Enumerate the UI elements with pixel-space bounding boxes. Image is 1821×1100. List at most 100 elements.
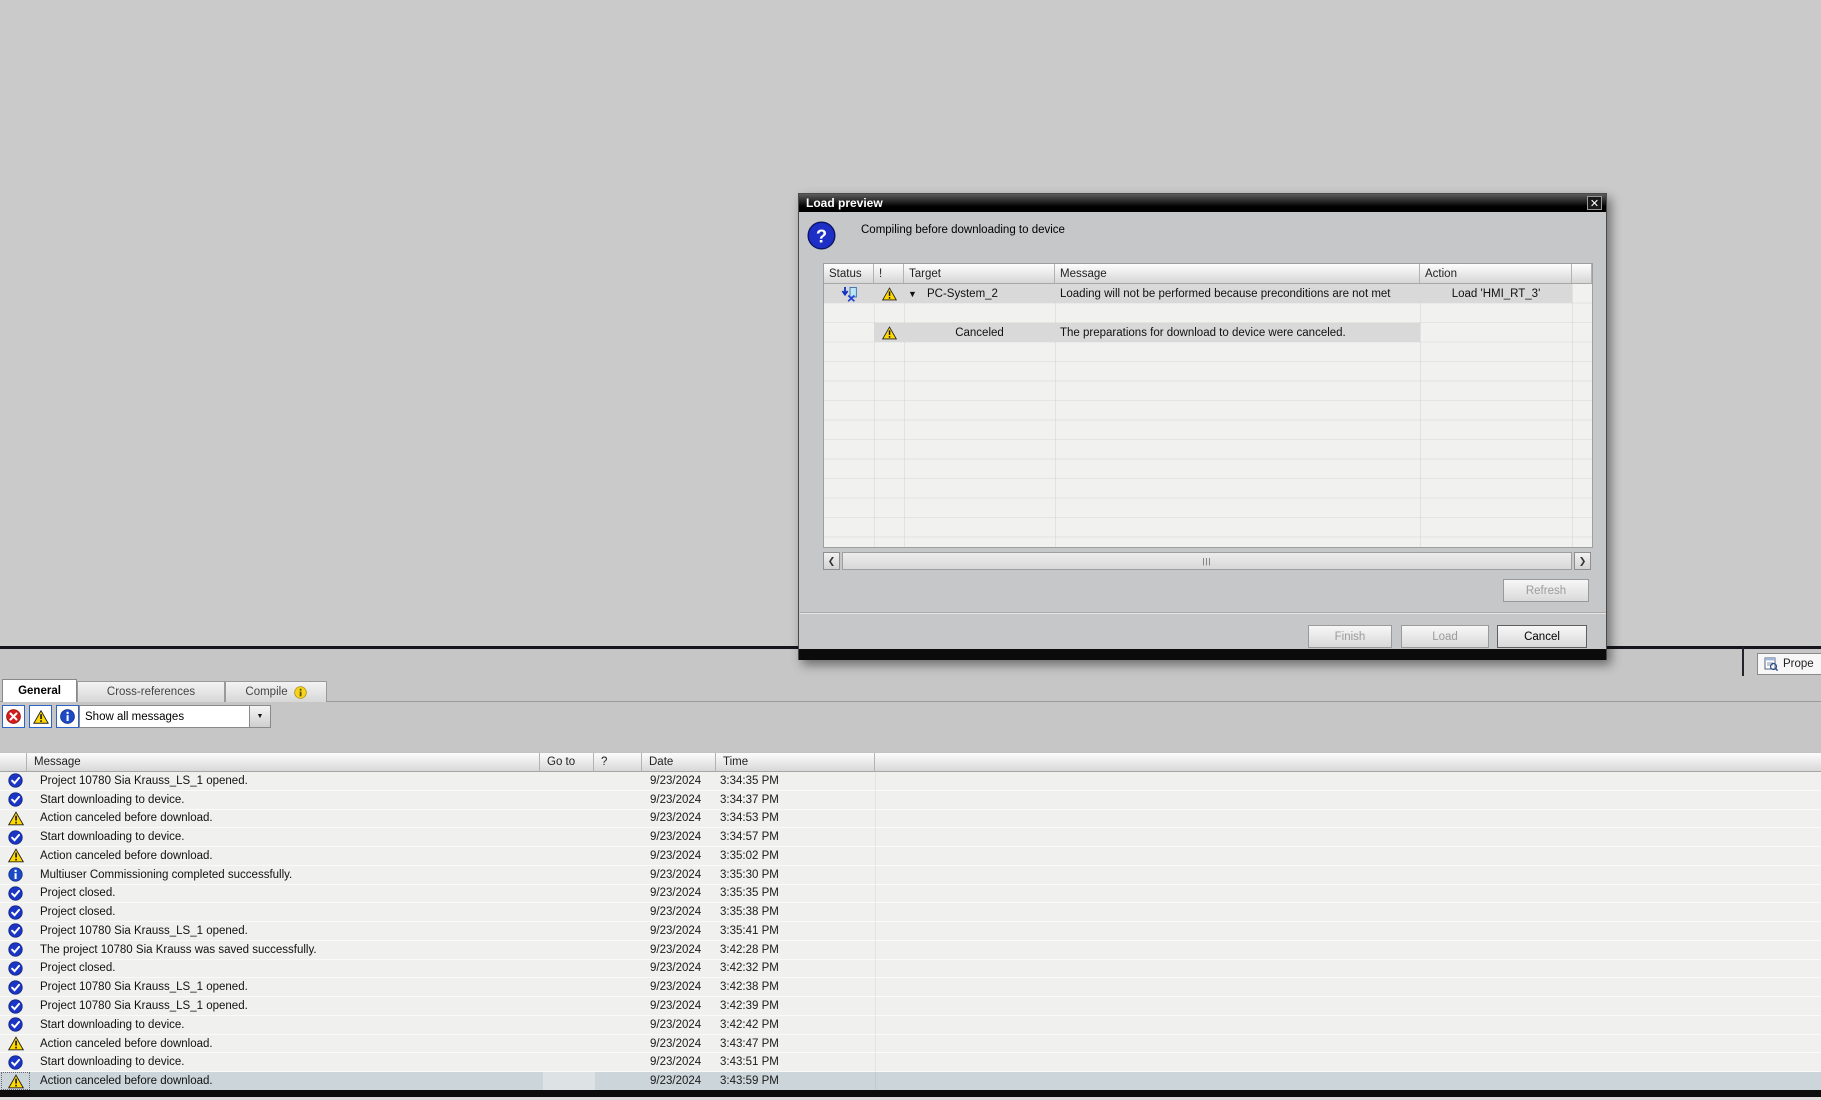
message-row[interactable]: Action canceled before download. 9/23/202… (0, 847, 1821, 866)
column-header-date[interactable]: Date (642, 753, 716, 771)
scrollbar-grip[interactable]: ||| (1202, 557, 1211, 566)
message-row[interactable]: Start downloading to device. 9/23/2024 3:4… (0, 1053, 1821, 1073)
message-filter-dropdown[interactable]: Show all messages ▼ (79, 705, 271, 728)
message-time: 3:35:41 PM (720, 924, 779, 937)
message-date: 9/23/2024 (650, 868, 702, 881)
tab-label: Cross-references (106, 686, 196, 698)
inspector-corner-divider (1742, 647, 1744, 676)
chevron-down-icon[interactable]: ▼ (249, 706, 270, 727)
message-row[interactable]: Multiuser Commissioning completed succes… (0, 865, 1821, 885)
message-time: 3:42:38 PM (720, 981, 779, 994)
message-row[interactable]: Project 10780 Sia Krauss_LS_1 opened. 9/2… (0, 997, 1821, 1016)
error-filter-toggle-button[interactable] (2, 705, 25, 728)
statusbar-divider (0, 1090, 1821, 1097)
message-text: The project 10780 Sia Krauss was saved s… (40, 943, 317, 956)
message-date: 9/23/2024 (650, 1056, 702, 1069)
message-time: 3:43:51 PM (720, 1056, 779, 1069)
cancel-button[interactable]: Cancel (1497, 625, 1587, 648)
dialog-column-header-!: ! (874, 264, 904, 283)
scroll-right-icon[interactable]: ❯ (1574, 552, 1591, 570)
target-cell: PC-System_2 (927, 287, 998, 300)
properties-tab[interactable]: Prope (1757, 653, 1821, 675)
message-row[interactable]: Start downloading to device. 9/23/2024 3:3… (0, 828, 1821, 848)
warning-icon (1, 1072, 30, 1090)
message-date: 9/23/2024 (650, 962, 702, 975)
message-date: 9/23/2024 (650, 887, 702, 900)
scroll-left-icon[interactable]: ❮ (823, 552, 840, 570)
column-header-time[interactable]: Time (716, 753, 875, 771)
action-cell[interactable]: Load 'HMI_RT_3' (1420, 284, 1572, 304)
message-text: Project 10780 Sia Krauss_LS_1 opened. (40, 981, 248, 994)
success-icon (1, 885, 30, 903)
error-filter-icon (6, 709, 21, 724)
message-row[interactable]: Start downloading to device. 9/23/2024 3:4… (0, 1015, 1821, 1035)
message-row[interactable]: Action canceled before download. 9/23/202… (0, 1034, 1821, 1054)
load-preview-row[interactable]: ▼ PC-System_2 Loading will not be performe… (824, 284, 1592, 304)
message-time: 3:43:47 PM (720, 1037, 779, 1050)
expander-icon[interactable]: ▼ (908, 284, 922, 304)
load-button[interactable]: Load (1401, 625, 1489, 648)
message-cell: Loading will not be performed because pr… (1060, 287, 1391, 300)
message-time: 3:34:53 PM (720, 812, 779, 825)
refresh-button[interactable]: Refresh (1503, 579, 1589, 602)
column-header-?[interactable]: ? (594, 753, 642, 771)
message-date: 9/23/2024 (650, 906, 702, 919)
success-icon (1, 941, 30, 959)
dialog-titlebar[interactable]: Load preview ✕ (799, 194, 1606, 212)
tab-cross-references[interactable]: Cross-references (77, 681, 225, 702)
finish-button[interactable]: Finish (1308, 625, 1392, 648)
message-date: 9/23/2024 (650, 1037, 702, 1050)
message-filter-buttons (2, 705, 79, 728)
scrollbar-track[interactable]: ||| (842, 552, 1572, 570)
warning-icon (874, 323, 904, 343)
warning-filter-toggle-button[interactable] (29, 705, 52, 728)
column-header-spacer (875, 753, 1821, 771)
message-date: 9/23/2024 (650, 831, 702, 844)
info-filter-toggle-button[interactable] (56, 705, 79, 728)
refresh-button-label: Refresh (1525, 584, 1567, 597)
load-button-label: Load (1432, 630, 1458, 643)
message-text: Project 10780 Sia Krauss_LS_1 opened. (40, 1000, 248, 1012)
message-text: Project closed. (40, 906, 116, 919)
message-row[interactable]: Project 10780 Sia Krauss_LS_1 opened. 9/2… (0, 772, 1821, 791)
messages-column-guide (875, 772, 876, 1090)
tab-compile[interactable]: Compile (225, 681, 327, 702)
success-icon (1, 960, 30, 978)
message-row[interactable]: The project 10780 Sia Krauss was saved s… (0, 940, 1821, 960)
dialog-column-header-spacer (1572, 264, 1592, 283)
message-row[interactable]: Start downloading to device. 9/23/2024 3:3… (0, 790, 1821, 810)
column-header-go-to[interactable]: Go to (540, 753, 594, 771)
message-time: 3:35:02 PM (720, 849, 779, 862)
close-icon[interactable]: ✕ (1587, 196, 1602, 210)
message-time: 3:43:59 PM (720, 1075, 779, 1088)
load-preview-row[interactable]: Canceled The preparations for download to… (824, 323, 1592, 343)
message-time: 3:34:35 PM (720, 774, 779, 787)
tab-general[interactable]: General (2, 679, 77, 702)
info-icon (1, 866, 30, 884)
message-row[interactable]: Project closed. 9/23/2024 3:35:38 PM (0, 903, 1821, 923)
message-text: Multiuser Commissioning completed succes… (40, 868, 293, 881)
column-header-message[interactable]: Message (27, 753, 540, 771)
column-header-spacer (0, 753, 27, 771)
message-date: 9/23/2024 (650, 774, 702, 787)
success-icon (1, 791, 30, 809)
message-row[interactable]: Action canceled before download. 9/23/202… (0, 1072, 1821, 1091)
success-icon (1, 903, 30, 921)
message-row[interactable]: Project 10780 Sia Krauss_LS_1 opened. 9/2… (0, 922, 1821, 941)
message-row[interactable]: Project 10780 Sia Krauss_LS_1 opened. 9/2… (0, 978, 1821, 998)
dialog-footer-divider (800, 612, 1606, 614)
message-date: 9/23/2024 (650, 812, 702, 825)
message-date: 9/23/2024 (650, 943, 702, 956)
message-time: 3:35:30 PM (720, 868, 779, 881)
dialog-column-header-message: Message (1055, 264, 1420, 283)
success-icon (1, 922, 30, 940)
message-time: 3:34:37 PM (720, 793, 779, 806)
yellow-info-icon (293, 685, 307, 699)
download-canceled-icon (824, 284, 874, 304)
message-text: Action canceled before download. (40, 1037, 213, 1050)
message-row[interactable]: Project closed. 9/23/2024 3:35:35 PM (0, 884, 1821, 904)
load-preview-dialog: Load preview ✕ ? Compiling before downlo… (798, 193, 1607, 660)
message-row[interactable]: Project closed. 9/23/2024 3:42:32 PM (0, 959, 1821, 979)
tab-label: General (18, 685, 61, 697)
message-row[interactable]: Action canceled before download. 9/23/202… (0, 809, 1821, 829)
